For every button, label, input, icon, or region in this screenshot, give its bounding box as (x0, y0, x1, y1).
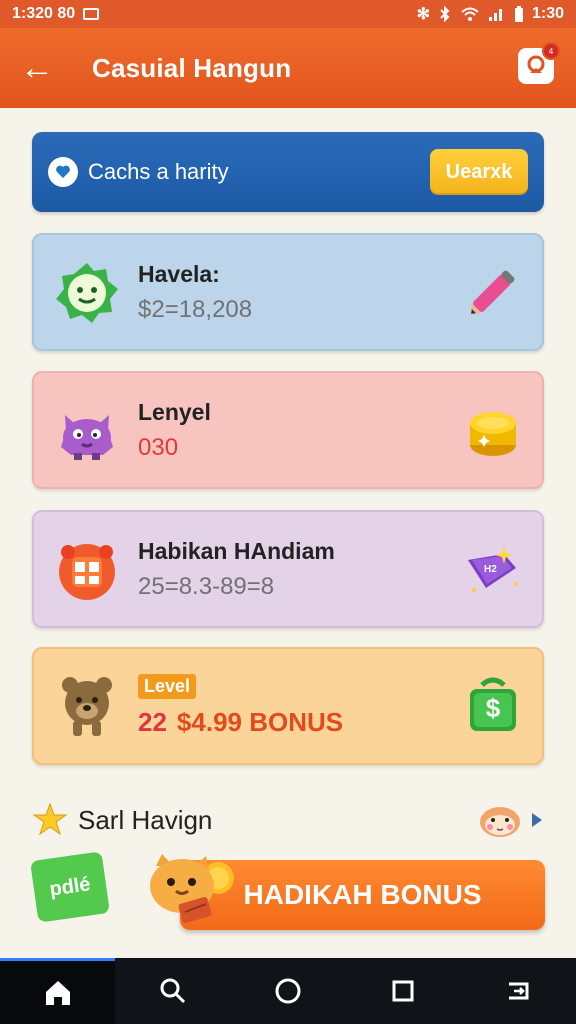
recent-tab[interactable] (346, 958, 461, 1024)
card-title: Habikan HAndiam (138, 537, 335, 564)
signal-icon (488, 9, 502, 21)
battery-icon (514, 6, 523, 22)
circle-icon (275, 978, 301, 1004)
bonus-line: 22 $4.99 BONUS (138, 707, 462, 738)
level-badge: Level (138, 674, 197, 699)
hamster-icon (480, 807, 520, 837)
card-title: Lenyel (138, 398, 211, 425)
status-time-left: 1:320 80 (12, 5, 76, 22)
star-icon (32, 802, 68, 836)
circle-tab[interactable] (230, 958, 345, 1024)
bottom-navigation (0, 958, 576, 1024)
app-bar: ← Casuial Hangun 4 (0, 28, 576, 108)
app-title: Casuial Hangun (92, 52, 292, 83)
gift-box-icon (59, 544, 115, 600)
card-havela[interactable]: Havela: $2=18,208 (32, 233, 544, 351)
card-bonus[interactable]: Level 22 $4.99 BONUS $ (32, 647, 544, 765)
promo-banner[interactable]: Cachs a harity Uearxk (32, 132, 544, 212)
money-bag-icon: $ (470, 677, 516, 731)
level-number: 22 (138, 707, 167, 737)
card-lenyel[interactable]: Lenyel 030 (32, 371, 544, 489)
card-value: 030 (138, 433, 179, 461)
section-right[interactable] (476, 800, 544, 840)
exit-tab[interactable] (461, 958, 576, 1024)
status-right: ✻ 1:30 (417, 4, 564, 24)
back-arrow-icon[interactable]: ← (20, 51, 54, 85)
home-tab[interactable] (0, 958, 116, 1024)
purple-monster-icon (61, 415, 113, 460)
search-tab[interactable] (115, 958, 230, 1024)
svg-text:H2: H2 (484, 564, 497, 575)
wifi-icon (461, 7, 479, 21)
card-body: Havela: $2=18,208 (138, 261, 462, 324)
svg-text:$: $ (486, 693, 501, 723)
card-body: Lenyel 030 (138, 399, 462, 462)
status-bar: 1:320 80 ✻ 1:30 (0, 0, 576, 28)
banner-text: Cachs a harity (88, 159, 229, 184)
square-icon (392, 980, 414, 1002)
card-value: $2=18,208 (138, 295, 253, 323)
exit-icon (509, 982, 529, 1000)
card-value: 25=8.3-89=8 (138, 572, 275, 600)
status-time-right: 1:30 (531, 5, 564, 22)
chat-heart-icon (48, 157, 78, 187)
bear-icon (62, 677, 112, 736)
section-header: Sarl Havign (32, 795, 544, 845)
sync-icon: ✻ (416, 6, 430, 23)
card-body: Level 22 $4.99 BONUS (138, 674, 462, 738)
purple-tag-icon: H2 (468, 546, 518, 592)
section-title: Sarl Havign (78, 804, 213, 835)
pencil-icon (471, 270, 515, 314)
search-icon (160, 978, 185, 1004)
bluetooth-icon (440, 6, 450, 22)
notification-box-icon (83, 8, 100, 20)
card-body: Habikan HAndiam 25=8.3-89=8 (138, 538, 462, 601)
notification-button[interactable]: 4 (518, 42, 560, 84)
tag-label: pdlé (48, 872, 92, 901)
green-tag[interactable]: pdlé (30, 851, 110, 923)
cat-mascot-icon (150, 854, 234, 924)
section-left: Sarl Havign (32, 802, 212, 838)
card-title: Havela: (138, 260, 220, 287)
card-habikan[interactable]: Habikan HAndiam 25=8.3-89=8 H2 (32, 510, 544, 628)
notification-badge: 4 (542, 42, 560, 60)
arrow-right-icon[interactable] (530, 811, 544, 829)
green-monster-icon (56, 263, 118, 323)
status-left: 1:320 80 (12, 5, 100, 23)
home-icon (45, 980, 70, 1005)
bonus-price: $4.99 BONUS (176, 707, 344, 737)
gold-coin-icon (470, 412, 516, 456)
banner-button[interactable]: Uearxk (430, 149, 528, 195)
